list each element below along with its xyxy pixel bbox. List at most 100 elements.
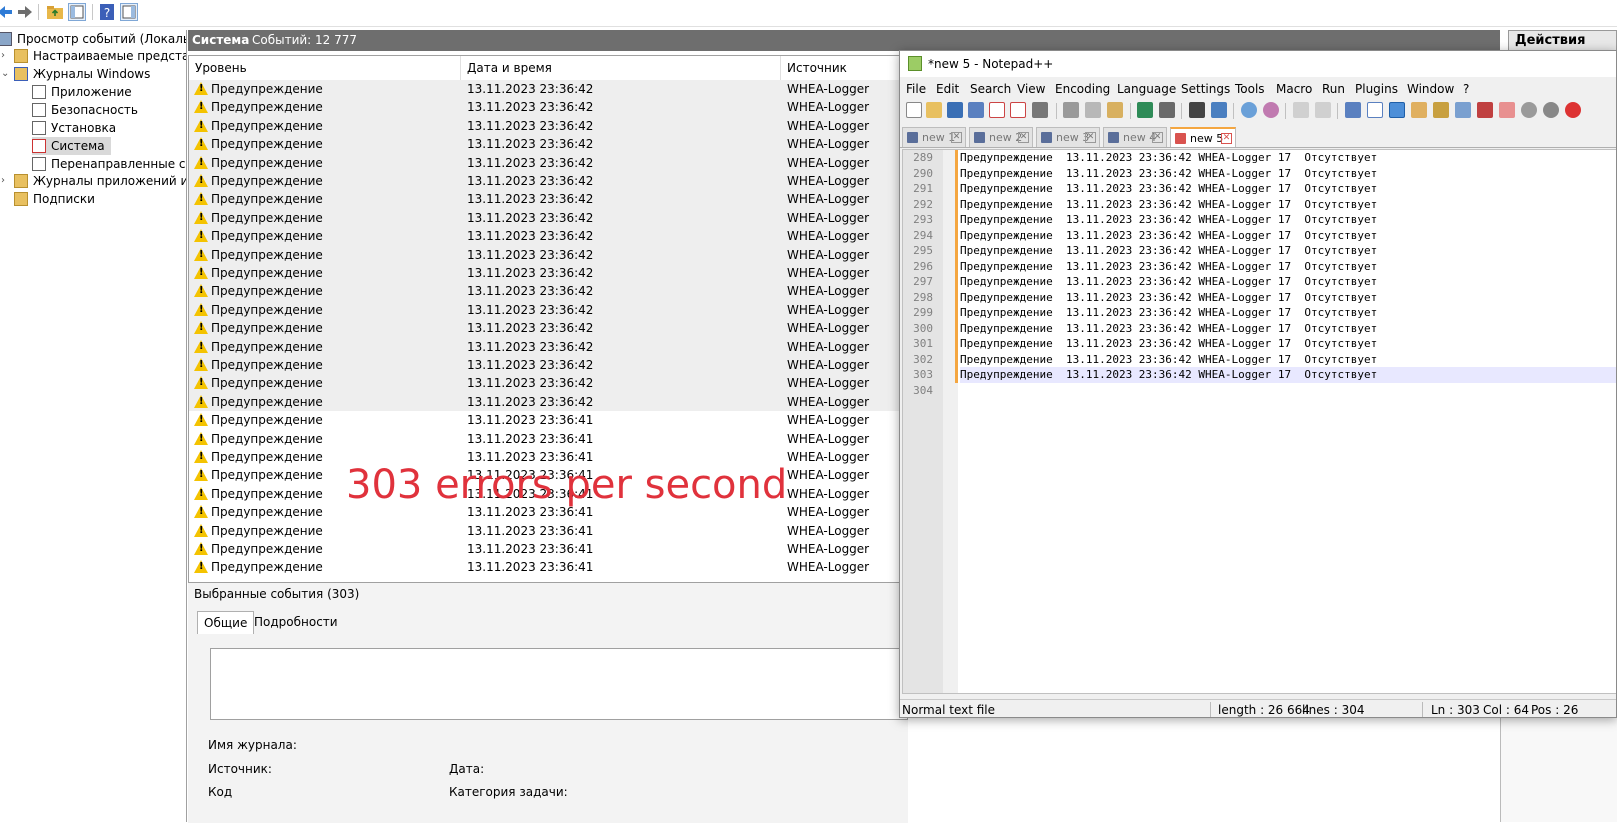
menu-help[interactable]: ?: [1463, 79, 1469, 99]
editor-line[interactable]: Предупреждение 13.11.2023 23:36:42 WHEA-…: [960, 150, 1616, 166]
close-file-icon[interactable]: [989, 102, 1005, 118]
menu-run[interactable]: Run: [1322, 79, 1345, 99]
close-all-icon[interactable]: [1010, 102, 1026, 118]
editor-line[interactable]: [960, 383, 1616, 399]
menu-encoding[interactable]: Encoding: [1055, 79, 1110, 99]
column-header-level[interactable]: Уровень: [189, 56, 461, 80]
table-row[interactable]: Предупреждение 13.11.2023 23:36:42 WHEA-Lo…: [189, 135, 907, 154]
editor-line[interactable]: Предупреждение 13.11.2023 23:36:42 WHEA-…: [960, 305, 1616, 321]
sync-vertical-icon[interactable]: [1293, 102, 1309, 118]
tab-new-1[interactable]: new 1 ✕: [902, 127, 966, 147]
forward-arrow-icon[interactable]: [16, 3, 34, 21]
editor-line[interactable]: Предупреждение 13.11.2023 23:36:42 WHEA-…: [960, 166, 1616, 182]
menu-search[interactable]: Search: [970, 79, 1011, 99]
expand-chevron-icon[interactable]: ›: [1, 175, 5, 186]
close-tab-icon[interactable]: ✕: [1152, 132, 1163, 143]
menu-view[interactable]: View: [1017, 79, 1045, 99]
table-row[interactable]: Предупреждение 13.11.2023 23:36:41 WHEA-Lo…: [189, 430, 907, 448]
table-row[interactable]: Предупреждение 13.11.2023 23:36:42 WHEA-Lo…: [189, 264, 907, 283]
editor-line[interactable]: Предупреждение 13.11.2023 23:36:42 WHEA-…: [960, 181, 1616, 197]
table-row[interactable]: Предупреждение 13.11.2023 23:36:42 WHEA-Lo…: [189, 190, 907, 209]
folder-workspace-icon[interactable]: [1477, 102, 1493, 118]
tab-new-4[interactable]: new 4 ✕: [1103, 127, 1167, 147]
column-header-datetime[interactable]: Дата и время: [461, 56, 781, 80]
print-icon[interactable]: [1032, 102, 1048, 118]
zoom-out-icon[interactable]: [1263, 102, 1279, 118]
tab-new-5[interactable]: new 5 ✕: [1170, 127, 1236, 147]
zoom-in-icon[interactable]: [1241, 102, 1257, 118]
tree-item-system[interactable]: Система: [32, 137, 111, 155]
menu-macro[interactable]: Macro: [1276, 79, 1312, 99]
save-all-icon[interactable]: [968, 102, 984, 118]
editor-line[interactable]: Предупреждение 13.11.2023 23:36:42 WHEA-…: [960, 212, 1616, 228]
lang-define-icon[interactable]: [1411, 102, 1427, 118]
replace-icon[interactable]: [1211, 102, 1227, 118]
editor-line[interactable]: Предупреждение 13.11.2023 23:36:42 WHEA-…: [960, 259, 1616, 275]
table-row[interactable]: Предупреждение 13.11.2023 23:36:42 WHEA-Lo…: [189, 319, 907, 338]
editor-line[interactable]: Предупреждение 13.11.2023 23:36:42 WHEA-…: [960, 243, 1616, 259]
new-file-icon[interactable]: [906, 102, 922, 118]
tree-item-custom-views[interactable]: Настраиваемые представления: [14, 47, 186, 65]
tree-item-application[interactable]: Приложение: [32, 83, 132, 101]
menu-language[interactable]: Language: [1117, 79, 1176, 99]
show-all-chars-icon[interactable]: [1367, 102, 1383, 118]
tab-new-2[interactable]: new 2 ✕: [969, 127, 1033, 147]
doc-map-icon[interactable]: [1433, 102, 1449, 118]
indent-guide-icon[interactable]: [1389, 102, 1405, 118]
undo-icon[interactable]: [1137, 102, 1153, 118]
tree-item-app-services[interactable]: Журналы приложений и служб: [14, 172, 186, 190]
table-row[interactable]: Предупреждение 13.11.2023 23:36:42 WHEA-Lo…: [189, 227, 907, 246]
column-header-source[interactable]: Источник: [781, 56, 907, 80]
tree-item-windows-logs[interactable]: Журналы Windows: [14, 65, 150, 83]
back-arrow-icon[interactable]: [0, 3, 14, 21]
close-tab-icon[interactable]: ✕: [1018, 132, 1029, 143]
console-tree-icon[interactable]: [68, 3, 86, 21]
monitoring-icon[interactable]: [1499, 102, 1515, 118]
collapse-chevron-icon[interactable]: ⌄: [1, 68, 9, 79]
close-tab-icon[interactable]: ✕: [1085, 132, 1096, 143]
table-row[interactable]: Предупреждение 13.11.2023 23:36:41 WHEA-Lo…: [189, 522, 907, 540]
open-file-icon[interactable]: [926, 102, 942, 118]
tree-item-setup[interactable]: Установка: [32, 119, 116, 137]
table-row[interactable]: Предупреждение 13.11.2023 23:36:42 WHEA-Lo…: [189, 300, 907, 320]
help-icon[interactable]: ?: [98, 3, 116, 21]
table-row[interactable]: Предупреждение 13.11.2023 23:36:42 WHEA-Lo…: [189, 153, 907, 172]
editor-line[interactable]: Предупреждение 13.11.2023 23:36:42 WHEA-…: [960, 321, 1616, 337]
table-row[interactable]: Предупреждение 13.11.2023 23:36:42 WHEA-Lo…: [189, 374, 907, 393]
table-row[interactable]: Предупреждение 13.11.2023 23:36:42 WHEA-Lo…: [189, 356, 907, 375]
word-wrap-icon[interactable]: [1345, 102, 1361, 118]
record-macro-icon[interactable]: [1521, 102, 1537, 118]
action-pane-icon[interactable]: [120, 3, 138, 21]
editor-line[interactable]: Предупреждение 13.11.2023 23:36:42 WHEA-…: [960, 336, 1616, 352]
tab-general[interactable]: Общие: [197, 611, 255, 634]
paste-icon[interactable]: [1107, 102, 1123, 118]
playback-macro-icon[interactable]: [1565, 102, 1581, 118]
menu-edit[interactable]: Edit: [936, 79, 959, 99]
table-row[interactable]: Предупреждение 13.11.2023 23:36:42 WHEA-Lo…: [189, 80, 907, 99]
stop-macro-icon[interactable]: [1543, 102, 1559, 118]
cut-icon[interactable]: [1063, 102, 1079, 118]
tree-item-subscriptions[interactable]: Подписки: [14, 190, 95, 208]
sync-horizontal-icon[interactable]: [1315, 102, 1331, 118]
table-row[interactable]: Предупреждение 13.11.2023 23:36:42 WHEA-Lo…: [189, 337, 907, 356]
menu-plugins[interactable]: Plugins: [1355, 79, 1398, 99]
function-list-icon[interactable]: [1455, 102, 1471, 118]
table-row[interactable]: Предупреждение 13.11.2023 23:36:42 WHEA-Lo…: [189, 98, 907, 117]
menu-settings[interactable]: Settings: [1181, 79, 1230, 99]
save-icon[interactable]: [947, 102, 963, 118]
menu-file[interactable]: File: [906, 79, 926, 99]
tree-item-forwarded[interactable]: Перенаправленные события: [32, 155, 186, 173]
editor-line[interactable]: Предупреждение 13.11.2023 23:36:42 WHEA-…: [960, 197, 1616, 213]
table-row[interactable]: Предупреждение 13.11.2023 23:36:42 WHEA-Lo…: [189, 245, 907, 264]
redo-icon[interactable]: [1159, 102, 1175, 118]
close-tab-icon[interactable]: ✕: [1221, 133, 1232, 144]
npp-editor[interactable]: 289 Предупреждение 13.11.2023 23:36:42 WH…: [902, 149, 1616, 694]
folder-up-icon[interactable]: [46, 3, 64, 21]
table-row[interactable]: Предупреждение 13.11.2023 23:36:42 WHEA-Lo…: [189, 392, 907, 412]
expand-chevron-icon[interactable]: ›: [1, 50, 5, 61]
copy-icon[interactable]: [1085, 102, 1101, 118]
table-row[interactable]: Предупреждение 13.11.2023 23:36:42 WHEA-Lo…: [189, 208, 907, 228]
table-row[interactable]: Предупреждение 13.11.2023 23:36:41 WHEA-Lo…: [189, 540, 907, 558]
editor-line[interactable]: Предупреждение 13.11.2023 23:36:42 WHEA-…: [960, 228, 1616, 244]
close-tab-icon[interactable]: ✕: [951, 132, 962, 143]
